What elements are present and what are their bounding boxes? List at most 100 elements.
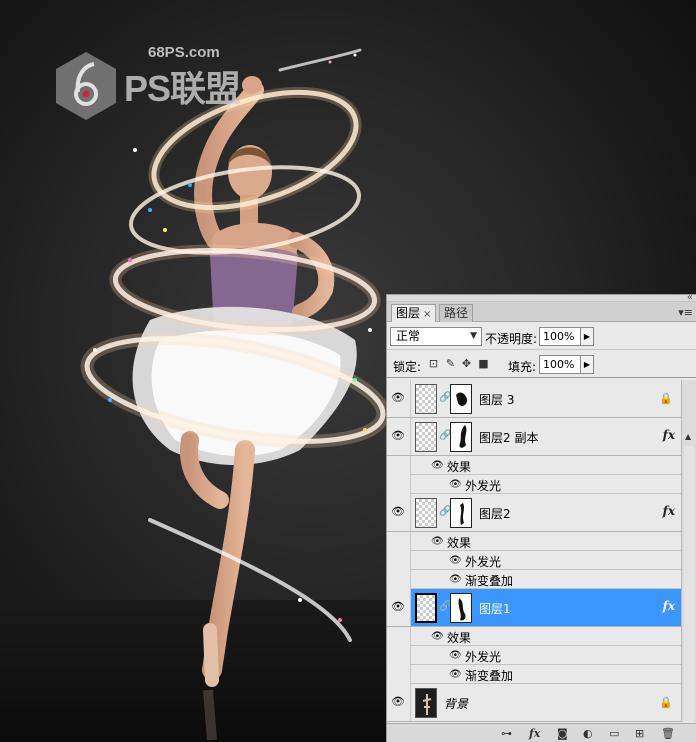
eye-column: 👁	[387, 589, 411, 626]
eye-column: 👁	[387, 418, 411, 455]
layer-name[interactable]: 图层 3	[479, 391, 514, 408]
eye-icon[interactable]: 👁	[391, 601, 405, 613]
watermark-brand: PS联盟	[124, 68, 241, 109]
new-group-icon[interactable]: ▭	[609, 727, 619, 740]
tab-paths-label: 路径	[444, 306, 469, 320]
layers-panel: « 图层 × 路径 ▾≡ 正常 ▼ 不透明度: 100% ▶ 锁定: ⊡ ✎ ✥ …	[386, 293, 696, 742]
layer-name[interactable]: 图层1	[479, 600, 511, 617]
effects-label: 效果	[447, 460, 472, 474]
link-layers-icon[interactable]: ⊶	[501, 727, 512, 740]
eye-icon[interactable]: 👁	[391, 696, 405, 708]
effects-label: 效果	[447, 631, 472, 645]
tab-layers-label: 图层	[396, 306, 421, 320]
layer-thumbnail	[415, 422, 437, 452]
blend-mode-value: 正常	[396, 329, 421, 343]
layer-list: 👁 🔗 图层 3 🔒 👁 🔗 图层2 副本 fx 👁 效果 👁 外发光 👁 🔗 …	[387, 380, 681, 722]
tab-layers[interactable]: 图层 ×	[391, 304, 437, 322]
lock-transparent-icon[interactable]: ⊡	[427, 357, 440, 370]
chevron-down-icon: ▼	[470, 331, 477, 341]
watermark: 68PS.com PS联盟	[54, 44, 244, 124]
eye-icon[interactable]: 👁	[449, 669, 462, 680]
eye-icon[interactable]: 👁	[449, 650, 462, 661]
layer-thumbnail	[415, 498, 437, 528]
add-mask-icon[interactable]: ◙	[557, 727, 568, 740]
effect-gradient-overlay[interactable]: 👁 渐变叠加	[387, 665, 681, 684]
add-layer-style-icon[interactable]: fx	[529, 727, 540, 740]
lock-label: 锁定:	[393, 360, 422, 374]
eye-column	[387, 665, 411, 684]
new-layer-icon[interactable]: ⊞	[635, 727, 644, 740]
eye-icon[interactable]: 👁	[431, 460, 444, 471]
lock-icon: 🔒	[659, 392, 673, 405]
scrollbar-thumb[interactable]	[684, 446, 694, 722]
eye-column	[387, 570, 411, 589]
lock-all-icon[interactable]: ■	[477, 357, 490, 370]
layer-mask-thumbnail[interactable]	[450, 498, 472, 528]
layer-name[interactable]: 图层2 副本	[479, 429, 538, 446]
layer-row-layer1[interactable]: 👁 🔗 图层1 fx	[387, 589, 681, 627]
eye-column: 👁	[387, 494, 411, 531]
eye-column	[387, 551, 411, 570]
layer-name[interactable]: 背景	[444, 695, 468, 712]
layer-mask-thumbnail[interactable]	[450, 384, 472, 414]
effects-group[interactable]: 👁 效果	[387, 532, 681, 551]
effect-outer-glow[interactable]: 👁 外发光	[387, 551, 681, 570]
eye-icon[interactable]: 👁	[431, 631, 444, 642]
eye-icon[interactable]: 👁	[449, 479, 462, 490]
effect-label: 渐变叠加	[465, 574, 514, 588]
watermark-site: 68PS.com	[148, 44, 220, 61]
effect-label: 外发光	[465, 479, 502, 493]
panel-footer-toolbar: ⊶ fx ◙ ◐ ▭ ⊞ 🗑	[387, 723, 696, 742]
opacity-label: 不透明度:	[485, 332, 538, 346]
effect-label: 渐变叠加	[465, 669, 514, 683]
layer-name[interactable]: 图层2	[479, 505, 511, 522]
opacity-slider-arrow-icon[interactable]: ▶	[580, 327, 594, 346]
effects-group[interactable]: 👁 效果	[387, 456, 681, 475]
effect-outer-glow[interactable]: 👁 外发光	[387, 646, 681, 665]
fill-input[interactable]: 100%	[539, 355, 581, 374]
fill-label: 填充:	[508, 360, 537, 374]
adjustment-layer-icon[interactable]: ◐	[583, 727, 593, 740]
fx-icon[interactable]: fx	[663, 428, 675, 442]
lock-move-icon[interactable]: ✥	[460, 357, 473, 370]
tab-paths[interactable]: 路径	[439, 304, 474, 322]
effects-group[interactable]: 👁 效果	[387, 627, 681, 646]
eye-column	[387, 532, 411, 551]
fill-slider-arrow-icon[interactable]: ▶	[580, 355, 594, 374]
eye-icon[interactable]: 👁	[391, 506, 405, 518]
lock-paint-icon[interactable]: ✎	[444, 357, 457, 370]
eye-icon[interactable]: 👁	[391, 392, 405, 404]
watermark-logo-icon	[56, 52, 116, 120]
layer-row-layer2-copy[interactable]: 👁 🔗 图层2 副本 fx	[387, 418, 681, 456]
eye-icon[interactable]: 👁	[391, 430, 405, 442]
scroll-up-icon[interactable]: ▲	[685, 432, 691, 441]
opacity-input[interactable]: 100%	[539, 327, 581, 346]
blend-mode-select[interactable]: 正常 ▼	[390, 327, 482, 346]
delete-layer-icon[interactable]: 🗑	[661, 727, 675, 740]
fx-icon[interactable]: fx	[663, 599, 675, 613]
layer-thumbnail	[415, 384, 437, 414]
fx-icon[interactable]: fx	[663, 504, 675, 518]
layer-row-background[interactable]: 👁 背景 🔒	[387, 684, 681, 722]
panel-title-strip[interactable]: «	[387, 293, 696, 303]
effect-gradient-overlay[interactable]: 👁 渐变叠加	[387, 570, 681, 589]
lock-icon: 🔒	[659, 696, 673, 709]
effect-outer-glow[interactable]: 👁 外发光	[387, 475, 681, 494]
effects-label: 效果	[447, 536, 472, 550]
lock-row: 锁定: ⊡ ✎ ✥ ■ 填充: 100% ▶	[387, 350, 696, 378]
layer-mask-thumbnail[interactable]	[450, 593, 472, 623]
panel-menu-icon[interactable]: ▾≡	[678, 306, 693, 319]
eye-column	[387, 627, 411, 646]
eye-icon[interactable]: 👁	[449, 555, 462, 566]
panel-tabbar: 图层 × 路径 ▾≡	[387, 302, 696, 322]
layer-mask-thumbnail[interactable]	[450, 422, 472, 452]
eye-icon[interactable]: 👁	[449, 574, 462, 585]
eye-column	[387, 456, 411, 475]
layer-row-layer3[interactable]: 👁 🔗 图层 3 🔒	[387, 380, 681, 418]
eye-icon[interactable]: 👁	[431, 536, 444, 547]
layer-thumbnail	[415, 593, 437, 623]
layer-list-scrollbar[interactable]: ▲	[681, 380, 696, 722]
layer-row-layer2[interactable]: 👁 🔗 图层2 fx	[387, 494, 681, 532]
background-thumbnail	[415, 688, 437, 718]
close-icon[interactable]: ×	[423, 309, 431, 320]
